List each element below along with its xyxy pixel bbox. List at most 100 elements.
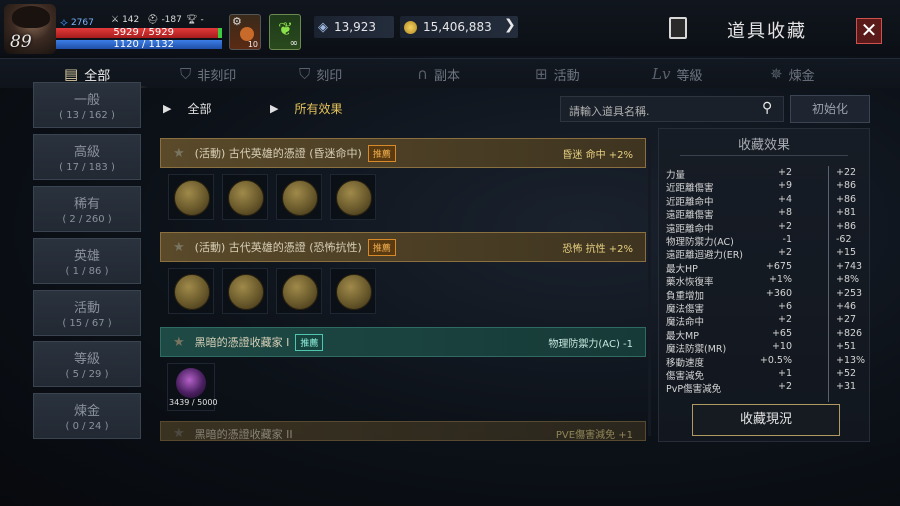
top-bar: 89 ⟡ 2767 ⚔ 142 ⛑ -187 🏆︎ - 5929 / 5929 …: [0, 0, 900, 56]
stat-name: 力量: [666, 170, 686, 181]
effect-filter-value: 所有效果: [294, 102, 343, 116]
tab-event[interactable]: ⊞ 活動: [535, 59, 580, 89]
category-hero[interactable]: 英雄 ( 1 / 86 ): [33, 238, 141, 284]
potion-count: 10: [247, 40, 258, 49]
category-event[interactable]: 活動 ( 15 / 67 ): [33, 290, 141, 336]
search-icon[interactable]: ⚲: [762, 100, 772, 116]
stat-total: +27: [836, 314, 857, 326]
collection-item-slot[interactable]: [168, 174, 214, 220]
category-alchemy[interactable]: 煉金 ( 0 / 24 ): [33, 393, 141, 439]
stat-2-value: 142: [122, 15, 140, 25]
category-filter[interactable]: ▶ 全部: [163, 100, 211, 117]
star-icon[interactable]: ★: [173, 146, 185, 161]
stat-total: +86: [836, 193, 857, 205]
search-input[interactable]: 請輸入道具名稱.: [560, 96, 784, 122]
sword-icon: ⚔: [111, 15, 120, 25]
stat-value: +4: [777, 193, 792, 205]
play-icon: ▶: [270, 102, 279, 115]
stat-line: 負重增加 +360 +253: [666, 288, 862, 302]
stat-line: 魔法命中 +2 +27: [666, 314, 862, 329]
collection-item-slot[interactable]: [222, 174, 268, 220]
gold-amount: 15,406,883: [423, 20, 492, 34]
stat-total: +31: [836, 381, 857, 393]
stat-group-2: ⚔ 142: [111, 15, 139, 25]
star-icon[interactable]: ★: [173, 426, 185, 440]
stat-total: +52: [836, 368, 857, 379]
stat-name: 遠距離迴避力(ER): [666, 250, 744, 262]
tab-level[interactable]: Lv 等級: [652, 59, 702, 89]
play-icon: ▶: [163, 102, 172, 115]
stat-name: 近距離命中: [666, 196, 714, 208]
mp-bar: 1120 / 1132: [56, 40, 222, 50]
category-rare[interactable]: 稀有 ( 2 / 260 ): [33, 186, 141, 232]
hp-text: 5929 / 5929: [113, 27, 174, 38]
stat-total: +743: [836, 260, 863, 272]
currency-expand-icon[interactable]: ❯: [504, 17, 516, 33]
stat-value: +0.5%: [759, 354, 792, 366]
collection-status-button[interactable]: 收藏現況: [692, 404, 840, 436]
stat-name: 物理防禦力(AC): [666, 237, 734, 248]
player-level: 89: [10, 32, 32, 52]
collection-row-header[interactable]: ★ (活動) 古代英雄的憑證 (恐怖抗性) 推薦 恐怖 抗性 +2%: [160, 232, 646, 262]
stat-name: 移動速度: [666, 357, 705, 369]
list-scrollbar[interactable]: [648, 136, 651, 436]
stat-total: +86: [836, 180, 857, 192]
collection-title: (活動) 古代英雄的憑證 (恐怖抗性): [194, 241, 362, 254]
collection-effect: PVE傷害減免 +1: [555, 430, 633, 441]
collection-item-slot[interactable]: [276, 268, 322, 314]
tab-dungeon[interactable]: ∩ 副本: [417, 59, 460, 89]
collection-item-slot[interactable]: [222, 268, 268, 314]
collection-effect: 物理防禦力(AC) -1: [548, 338, 633, 350]
gem-currency: ◈ 13,923: [318, 16, 376, 38]
stat-line: 近距離傷害 +9 +86: [666, 180, 862, 194]
collection-item-slot[interactable]: [330, 174, 376, 220]
stat-value: +9: [777, 180, 792, 192]
star-icon[interactable]: ★: [173, 240, 185, 255]
tab-label: 等級: [676, 68, 703, 84]
gem-amount: 13,923: [334, 20, 376, 34]
category-level[interactable]: 等級 ( 5 / 29 ): [33, 341, 141, 387]
category-name: 等級: [73, 352, 100, 367]
scroll-icon: ▤: [64, 65, 79, 83]
stat-group-3: ⛑ -187: [147, 15, 182, 25]
star-icon[interactable]: ★: [173, 335, 185, 350]
collection-row-header[interactable]: ★ 黑暗的憑證收藏家 II PVE傷害減免 +1: [160, 421, 646, 441]
collection-item-slot[interactable]: [168, 268, 214, 314]
potion-slot[interactable]: ⚙ 10: [229, 14, 261, 50]
stat-value: +8: [777, 207, 792, 219]
effect-filter[interactable]: ▶ 所有效果: [270, 100, 342, 117]
stat-name: 最大HP: [666, 263, 698, 275]
stat-name: 魔法命中: [666, 317, 705, 329]
category-common[interactable]: 一般 ( 13 / 162 ): [33, 82, 141, 128]
stat-value: -1: [782, 234, 792, 245]
category-name: 一般: [73, 93, 100, 108]
tab-non-engrave[interactable]: ⛉ 非刻印: [180, 59, 236, 89]
category-advanced[interactable]: 高級 ( 17 / 183 ): [33, 134, 141, 180]
collection-item-slot[interactable]: [276, 174, 322, 220]
hp-bar: 5929 / 5929: [56, 28, 222, 38]
category-count: ( 15 / 67 ): [62, 318, 112, 329]
stat-total: +86: [836, 220, 857, 232]
stat-line: 遠距離命中 +2 +86: [666, 220, 862, 235]
gold-icon: [404, 20, 417, 34]
tab-label: 全部: [84, 68, 111, 84]
coin-icon: [336, 180, 372, 216]
category-name: 高級: [73, 145, 100, 160]
stat-value: +1%: [768, 274, 792, 286]
tab-engrave[interactable]: ⛉ 刻印: [299, 59, 342, 89]
reset-button[interactable]: 初始化: [790, 95, 870, 123]
tab-alchemy[interactable]: ✵ 煉金: [770, 59, 815, 89]
coin-icon: [336, 274, 372, 310]
stat-total: +8%: [836, 274, 860, 286]
herb-slot[interactable]: ❦ ∞: [269, 14, 301, 50]
coin-icon: [228, 180, 264, 216]
category-count: ( 5 / 29 ): [65, 369, 109, 380]
stat-total: +46: [836, 301, 857, 312]
collection-item-slot[interactable]: [330, 268, 376, 314]
stat-value: +6: [777, 301, 792, 312]
stat-line: 最大MP +65 +826: [666, 328, 862, 342]
close-button[interactable]: ✕: [856, 18, 882, 44]
stat-line: 力量 +2 +22: [666, 167, 862, 181]
collection-row-header[interactable]: ★ 黑暗的憑證收藏家 I 推薦 物理防禦力(AC) -1: [160, 327, 646, 357]
collection-row-header[interactable]: ★ (活動) 古代英雄的憑證 (昏迷命中) 推薦 昏迷 命中 +2%: [160, 138, 646, 168]
